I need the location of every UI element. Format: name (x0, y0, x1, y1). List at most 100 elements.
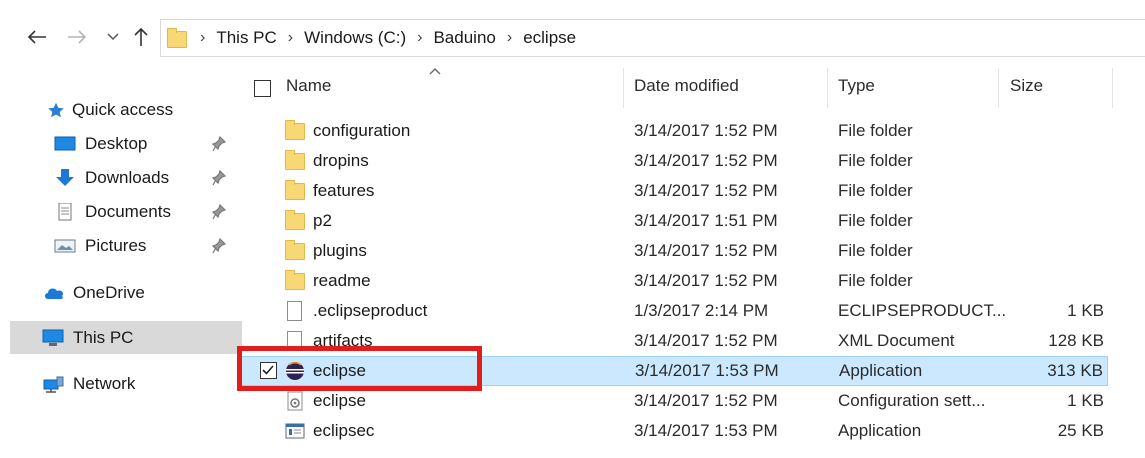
row-checkbox-checked[interactable] (260, 362, 277, 379)
chevron-right-icon[interactable]: › (288, 29, 293, 47)
file-type: File folder (838, 271, 913, 290)
folder-icon (285, 210, 305, 231)
column-header-date-modified[interactable]: Date modified (634, 76, 739, 96)
file-row[interactable]: .eclipseproduct 1/3/2017 2:14 PM ECLIPSE… (238, 296, 1108, 326)
folder-icon (285, 240, 305, 261)
file-row[interactable]: p2 3/14/2017 1:51 PM File folder (238, 206, 1108, 236)
recent-locations-button[interactable] (100, 24, 126, 50)
eclipse-app-icon (286, 361, 304, 380)
download-arrow-icon (56, 168, 74, 186)
file-date: 1/3/2017 2:14 PM (634, 301, 769, 320)
computer-icon (42, 329, 64, 346)
navigation-bar: › This PC › Windows (C:) › Baduino › ecl… (0, 14, 1145, 62)
file-size: 313 KB (1047, 361, 1103, 380)
chevron-right-icon[interactable]: › (507, 29, 512, 47)
sidebar-item-label: Pictures (85, 235, 147, 255)
file-row[interactable]: plugins 3/14/2017 1:52 PM File folder (238, 236, 1108, 266)
file-icon (285, 331, 305, 351)
address-bar[interactable]: › This PC › Windows (C:) › Baduino › ecl… (160, 19, 1145, 57)
sidebar-item-label: Network (73, 373, 136, 393)
checkmark-icon (262, 365, 274, 375)
file-type: File folder (838, 121, 913, 140)
forward-button[interactable] (64, 24, 90, 50)
file-size: 25 KB (1057, 421, 1104, 440)
sort-ascending-icon (429, 68, 441, 75)
cloud-icon (45, 288, 64, 299)
column-divider[interactable] (623, 68, 624, 108)
file-date: 3/14/2017 1:52 PM (634, 181, 778, 200)
file-name: p2 (313, 211, 332, 230)
back-button[interactable] (24, 24, 50, 50)
file-type: Application (839, 361, 923, 380)
breadcrumb-windows-c[interactable]: Windows (C:) (304, 28, 406, 48)
file-row[interactable]: readme 3/14/2017 1:52 PM File folder (238, 266, 1108, 296)
desktop-icon (54, 136, 76, 150)
file-type: Configuration sett... (838, 391, 986, 410)
file-row[interactable]: features 3/14/2017 1:52 PM File folder (238, 176, 1108, 206)
file-type: ECLIPSEPRODUCT... (838, 301, 1007, 320)
column-divider[interactable] (1112, 68, 1113, 108)
sidebar-item-label: OneDrive (73, 282, 145, 302)
file-icon (285, 301, 305, 321)
sidebar-item-label: Quick access (72, 99, 174, 119)
chevron-down-icon (107, 33, 119, 41)
column-header-type[interactable]: Type (838, 76, 875, 96)
file-row[interactable]: eclipsec 3/14/2017 1:53 PM Application 2… (238, 416, 1108, 446)
file-type: File folder (838, 151, 913, 170)
chevron-right-icon[interactable]: › (417, 29, 422, 47)
sidebar-item-this-pc[interactable]: This PC (10, 321, 242, 354)
file-row[interactable]: artifacts 3/14/2017 1:52 PM XML Document… (238, 326, 1108, 356)
folder-icon (285, 180, 305, 201)
file-type: File folder (838, 181, 913, 200)
file-size: 1 KB (1067, 391, 1104, 410)
breadcrumb-baduino[interactable]: Baduino (433, 28, 495, 48)
file-name: eclipsec (313, 421, 375, 440)
file-size: 128 KB (1048, 331, 1104, 350)
network-icon (43, 376, 64, 393)
file-date: 3/14/2017 1:52 PM (634, 331, 778, 350)
select-all-checkbox[interactable] (254, 80, 271, 97)
file-row[interactable]: dropins 3/14/2017 1:52 PM File folder (238, 146, 1108, 176)
file-type: File folder (838, 211, 913, 230)
up-button[interactable] (128, 24, 154, 50)
sidebar-item-label: Documents (85, 201, 171, 221)
file-size: 1 KB (1067, 301, 1104, 320)
sidebar-item-label: Desktop (85, 133, 148, 153)
column-header-name[interactable]: Name (286, 76, 331, 96)
column-divider[interactable] (998, 68, 999, 108)
pin-icon[interactable] (212, 170, 226, 186)
config-file-icon (287, 391, 303, 411)
file-date: 3/14/2017 1:53 PM (634, 421, 778, 440)
sidebar-item-label: Downloads (85, 167, 170, 187)
chevron-right-icon: › (200, 29, 206, 46)
file-row-selected[interactable]: eclipse 3/14/2017 1:53 PM Application 31… (238, 356, 1108, 386)
file-date: 3/14/2017 1:53 PM (635, 361, 779, 380)
sidebar-item-label: This PC (73, 327, 134, 347)
file-date: 3/14/2017 1:51 PM (634, 211, 778, 230)
folder-icon (167, 28, 189, 48)
file-type: XML Document (838, 331, 955, 350)
up-arrow-icon (134, 27, 148, 46)
file-name: eclipse (313, 361, 366, 380)
column-divider[interactable] (827, 68, 828, 108)
breadcrumb-this-pc[interactable]: This PC (216, 28, 276, 48)
pin-icon[interactable] (212, 238, 226, 254)
file-name: artifacts (313, 331, 373, 350)
breadcrumb-eclipse[interactable]: eclipse (523, 28, 576, 48)
file-row[interactable]: eclipse 3/14/2017 1:52 PM Configuration … (238, 386, 1108, 416)
file-type: Application (838, 421, 922, 440)
back-arrow-icon (27, 30, 46, 44)
file-name: .eclipseproduct (313, 301, 428, 320)
file-name: plugins (313, 241, 367, 260)
file-name: readme (313, 271, 371, 290)
file-name: configuration (313, 121, 411, 140)
star-icon (48, 102, 64, 117)
navigation-pane: Quick access Desktop Downloads Documents (0, 62, 242, 458)
file-type: File folder (838, 241, 913, 260)
pin-icon[interactable] (212, 204, 226, 220)
file-row[interactable]: configuration 3/14/2017 1:52 PM File fol… (238, 116, 1108, 146)
column-header-size[interactable]: Size (1010, 76, 1043, 96)
folder-icon (285, 120, 305, 141)
pin-icon[interactable] (212, 136, 226, 152)
folder-icon (285, 270, 305, 291)
